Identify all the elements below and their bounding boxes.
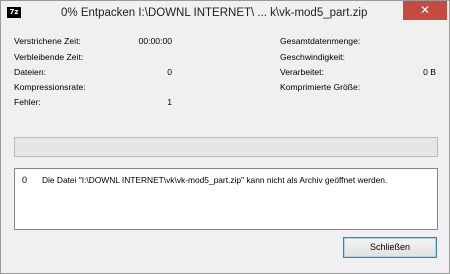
errors-value: 1: [167, 97, 172, 107]
message-log-list[interactable]: 0 Die Datei "I:\DOWNL INTERNET\vk\vk-mod…: [14, 168, 438, 230]
total-size-label: Gesamtdatenmenge:: [280, 36, 361, 46]
window-close-button[interactable]: ✕: [403, 1, 447, 20]
title-bar[interactable]: 7z 0% Entpacken I:\DOWNL INTERNET\ ... k…: [1, 1, 449, 25]
elapsed-time-value: 00:00:00: [138, 36, 172, 46]
remaining-time-label: Verbleibende Zeit:: [14, 52, 84, 62]
files-value: 0: [167, 67, 172, 77]
list-item[interactable]: 0 Die Datei "I:\DOWNL INTERNET\vk\vk-mod…: [15, 175, 435, 187]
log-item-message: Die Datei "I:\DOWNL INTERNET\vk\vk-mod5_…: [42, 175, 388, 185]
compression-ratio-label: Kompressionsrate:: [14, 82, 86, 92]
close-button[interactable]: Schließen: [343, 237, 437, 258]
progress-bar: [14, 137, 438, 157]
elapsed-time-label: Verstrichene Zeit:: [14, 36, 81, 46]
files-label: Dateien:: [14, 67, 47, 77]
processed-label: Verarbeitet:: [280, 67, 324, 77]
processed-value: 0 B: [423, 67, 436, 77]
7zip-app-icon: 7z: [7, 7, 21, 18]
errors-label: Fehler:: [14, 97, 41, 107]
window-title: 0% Entpacken I:\DOWNL INTERNET\ ... k\vk…: [61, 7, 368, 19]
speed-label: Geschwindigkeit:: [280, 52, 345, 62]
compressed-size-label: Komprimierte Größe:: [280, 82, 361, 92]
log-item-number: 0: [22, 175, 28, 185]
extraction-window: 7z 0% Entpacken I:\DOWNL INTERNET\ ... k…: [0, 0, 450, 274]
